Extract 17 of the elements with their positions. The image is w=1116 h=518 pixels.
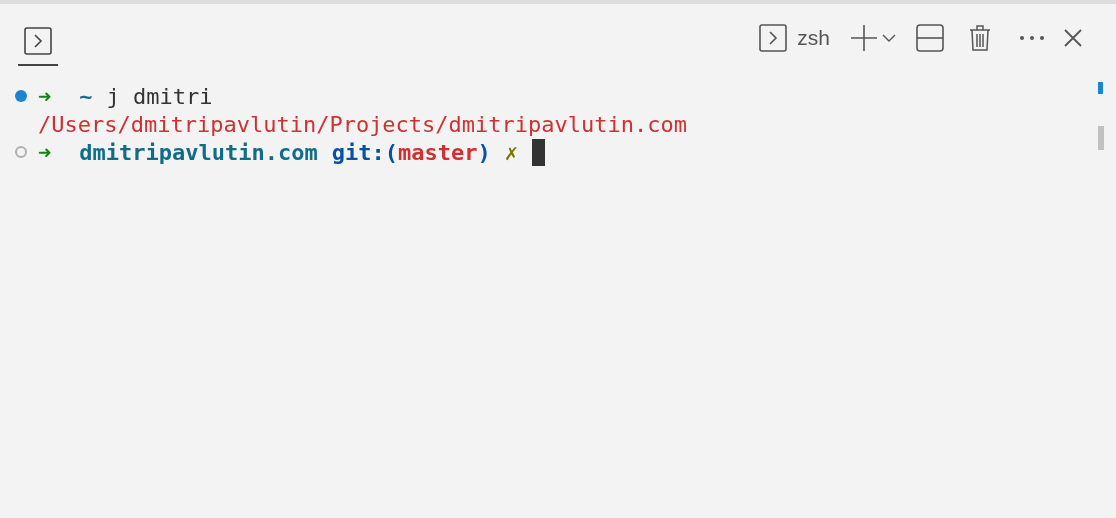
scrollbar-thumb[interactable] — [1098, 126, 1104, 150]
prompt-arrow: ➜ — [38, 138, 52, 167]
branch-name: master — [397, 138, 478, 167]
plus-icon[interactable] — [850, 22, 878, 54]
command-text: j dmitri — [106, 82, 213, 111]
prompt-arrow: ➜ — [38, 82, 52, 111]
git-label: git:( — [331, 138, 398, 167]
split-icon[interactable] — [916, 22, 944, 54]
trash-icon[interactable] — [968, 22, 992, 54]
output-text: /Users/dmitripavlutin/Projects/dmitripavlutin.com — [38, 110, 687, 139]
terminal-selector[interactable]: zsh — [759, 22, 830, 54]
dirty-mark: ✗ — [504, 138, 518, 167]
terminal-icon — [759, 24, 788, 52]
directory-text: dmitripavlutin.com — [79, 138, 318, 167]
scroll-marker — [1098, 82, 1103, 94]
directory-text: ~ — [79, 82, 93, 111]
git-label: ) — [477, 138, 491, 167]
